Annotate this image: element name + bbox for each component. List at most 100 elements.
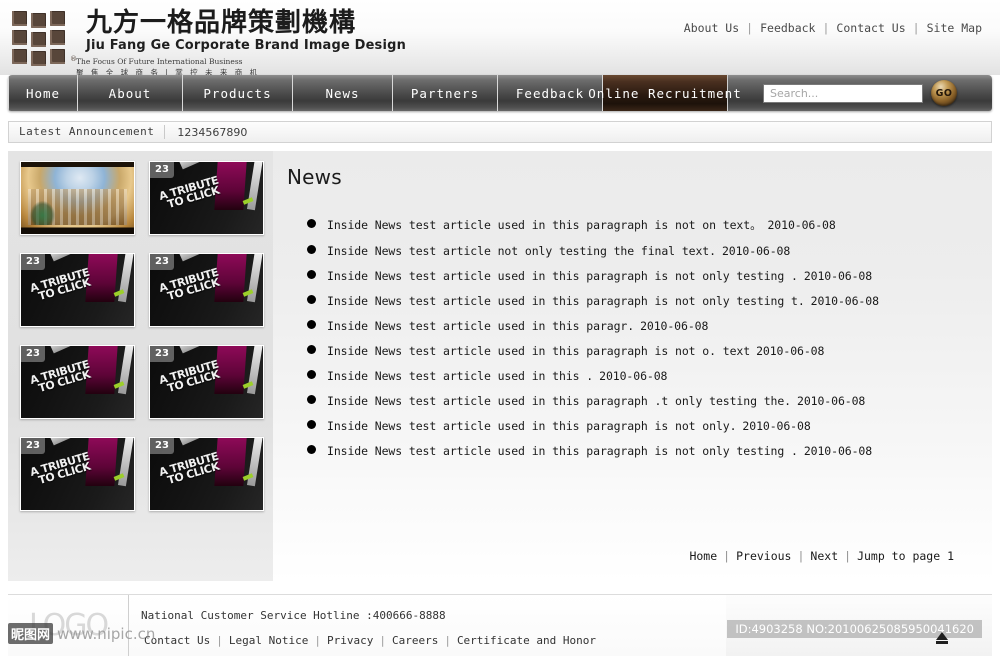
utility-link-separator: |: [912, 21, 920, 35]
news-list-item[interactable]: Inside News test article used in this pa…: [307, 394, 978, 408]
footer-link-legal-notice[interactable]: Legal Notice: [226, 634, 311, 647]
thumbnail-badge: 23: [21, 438, 45, 454]
footer-link-separator: |: [216, 634, 223, 647]
pagination-jump[interactable]: Jump to page 1: [851, 549, 960, 563]
main-navigation: Home About Products News Partners Feedback Onl…: [8, 75, 992, 111]
nav-item-home[interactable]: Home: [8, 75, 78, 111]
footer-content: National Customer Service Hotline :40066…: [129, 595, 726, 656]
gallery-thumbnail[interactable]: [20, 161, 135, 235]
news-item-text: Inside News test article used in this pa…: [327, 394, 792, 408]
footer-main: LOGO National Customer Service Hotline :…: [8, 594, 726, 656]
logo-chinese-title: 九方一格品牌策劃機構: [86, 8, 357, 38]
news-item-text: Inside News test article used in this pa…: [327, 294, 805, 308]
page-title: News: [287, 165, 342, 189]
news-list-item[interactable]: Inside News test article not only testin…: [307, 244, 978, 258]
footer-link-contact-us[interactable]: Contact Us: [141, 634, 213, 647]
footer-links: Contact Us | Legal Notice | Privacy | Careers |…: [141, 628, 726, 653]
bullet-icon: [307, 445, 316, 454]
footer-logo: LOGO: [8, 595, 129, 656]
news-item-text: Inside News test article used in this pa…: [327, 344, 751, 358]
thumbnail-badge: 23: [21, 346, 45, 362]
news-list-item[interactable]: Inside News test article used in this pa…: [307, 419, 978, 433]
utility-link-separator: |: [822, 21, 830, 35]
footer-right-panel: [726, 594, 992, 656]
news-list-item[interactable]: Inside News test article used in this pa…: [307, 269, 978, 283]
footer-link-privacy[interactable]: Privacy: [324, 634, 376, 647]
thumbnail-gallery: A TRIBUTE TO CLICK 23 A TRIBUTE TO CLICK 23 A …: [8, 151, 273, 581]
news-item-text: Inside News test article used in this pa…: [327, 419, 737, 433]
footer-link-certificate-and-honor[interactable]: Certificate and Honor: [454, 634, 599, 647]
nav-item-news[interactable]: News: [293, 75, 393, 111]
tagline-english: The Focus Of Future International Busine…: [76, 57, 243, 66]
poster-bar-shape: [178, 254, 210, 261]
nav-item-products[interactable]: Products: [183, 75, 293, 111]
pagination-previous[interactable]: Previous: [730, 549, 797, 563]
footer-logo-text: LOGO: [28, 608, 109, 643]
news-list-item[interactable]: Inside News test article used in this pa…: [307, 294, 978, 308]
news-item-date: 2010-06-08: [742, 419, 811, 433]
search-go-button[interactable]: GO: [931, 80, 957, 106]
news-list-item[interactable]: Inside News test article used in this pa…: [307, 444, 978, 458]
footer-link-careers[interactable]: Careers: [389, 634, 441, 647]
footer-link-separator: |: [379, 634, 386, 647]
gallery-thumbnail[interactable]: A TRIBUTE TO CLICK 23: [20, 345, 135, 419]
nav-item-feedback[interactable]: Feedback: [498, 75, 603, 111]
news-list-item[interactable]: Inside News test article used in this pa…: [307, 217, 978, 233]
footer-link-separator: |: [444, 634, 451, 647]
news-item-text: Inside News test article used in this pa…: [327, 444, 798, 458]
search-input[interactable]: [763, 83, 923, 103]
thumbnail-badge: 23: [150, 346, 174, 362]
poster-bar-shape: [178, 162, 210, 169]
gallery-thumbnail[interactable]: A TRIBUTE TO CLICK 23: [20, 253, 135, 327]
poster-bar-shape: [49, 254, 81, 261]
news-item-text: Inside News test article used in this pa…: [327, 218, 762, 232]
bullet-icon: [307, 270, 316, 279]
news-item-text: Inside News test article not only testin…: [327, 244, 716, 258]
bullet-icon: [307, 345, 316, 354]
utility-link-site-map[interactable]: Site Map: [923, 21, 986, 35]
gallery-thumbnail[interactable]: A TRIBUTE TO CLICK 23: [20, 437, 135, 511]
bullet-icon: [307, 295, 316, 304]
nav-item-online-recruitment[interactable]: Online Recruitment: [588, 75, 741, 111]
content-area: A TRIBUTE TO CLICK 23 A TRIBUTE TO CLICK 23 A …: [8, 151, 992, 581]
utility-link-feedback[interactable]: Feedback: [756, 21, 819, 35]
news-item-date: 2010-06-08: [756, 344, 825, 358]
poster-bar-shape: [178, 438, 210, 445]
footer-link-separator: |: [314, 634, 321, 647]
logo-wordmark: 九方一格品牌策劃機構 Jiu Fang Ge Corporate Brand I…: [86, 8, 419, 53]
news-list-item[interactable]: Inside News test article used in this pa…: [307, 344, 978, 358]
thumbnail-badge: 23: [150, 438, 174, 454]
thumbnail-badge: 23: [21, 254, 45, 270]
utility-link-contact-us[interactable]: Contact Us: [832, 21, 909, 35]
poster-bar-shape: [49, 346, 81, 353]
news-item-date: 2010-06-08: [640, 319, 709, 333]
announcement-text[interactable]: 1234567890: [165, 126, 247, 139]
pagination: Home | Previous | Next | Jump to page 1: [683, 549, 960, 563]
pagination-home[interactable]: Home: [683, 549, 723, 563]
site-footer: LOGO National Customer Service Hotline :…: [8, 594, 992, 656]
site-header: ® 九方一格品牌策劃機構 Jiu Fang Ge Corporate Brand…: [0, 0, 1000, 77]
poster-bar-shape: [49, 438, 81, 445]
gallery-thumbnail[interactable]: A TRIBUTE TO CLICK 23: [149, 161, 264, 235]
news-list-item[interactable]: Inside News test article used in this . 2…: [307, 369, 978, 383]
thumbnail-badge: 23: [150, 162, 174, 178]
poster-bar-shape: [178, 346, 210, 353]
pagination-next[interactable]: Next: [804, 549, 844, 563]
bullet-icon: [307, 420, 316, 429]
news-item-date: 2010-06-08: [599, 369, 668, 383]
nav-item-about[interactable]: About: [78, 75, 183, 111]
news-list-item[interactable]: Inside News test article used in this pa…: [307, 319, 978, 333]
news-item-date: 2010-06-08: [803, 444, 873, 458]
utility-link-about-us[interactable]: About Us: [680, 21, 743, 35]
gallery-thumbnail[interactable]: A TRIBUTE TO CLICK 23: [149, 253, 264, 327]
bullet-icon: [307, 320, 316, 329]
nav-item-partners[interactable]: Partners: [393, 75, 498, 111]
news-item-date: 2010-06-08: [803, 269, 873, 283]
news-item-date: 2010-06-08: [810, 294, 879, 308]
gallery-thumbnail[interactable]: A TRIBUTE TO CLICK 23: [149, 437, 264, 511]
news-item-date: 2010-06-08: [721, 244, 791, 258]
news-item-text: Inside News test article used in this .: [327, 369, 594, 383]
news-item-text: Inside News test article used in this pa…: [327, 319, 635, 333]
gallery-thumbnail[interactable]: A TRIBUTE TO CLICK 23: [149, 345, 264, 419]
news-item-date: 2010-06-08: [767, 218, 836, 232]
